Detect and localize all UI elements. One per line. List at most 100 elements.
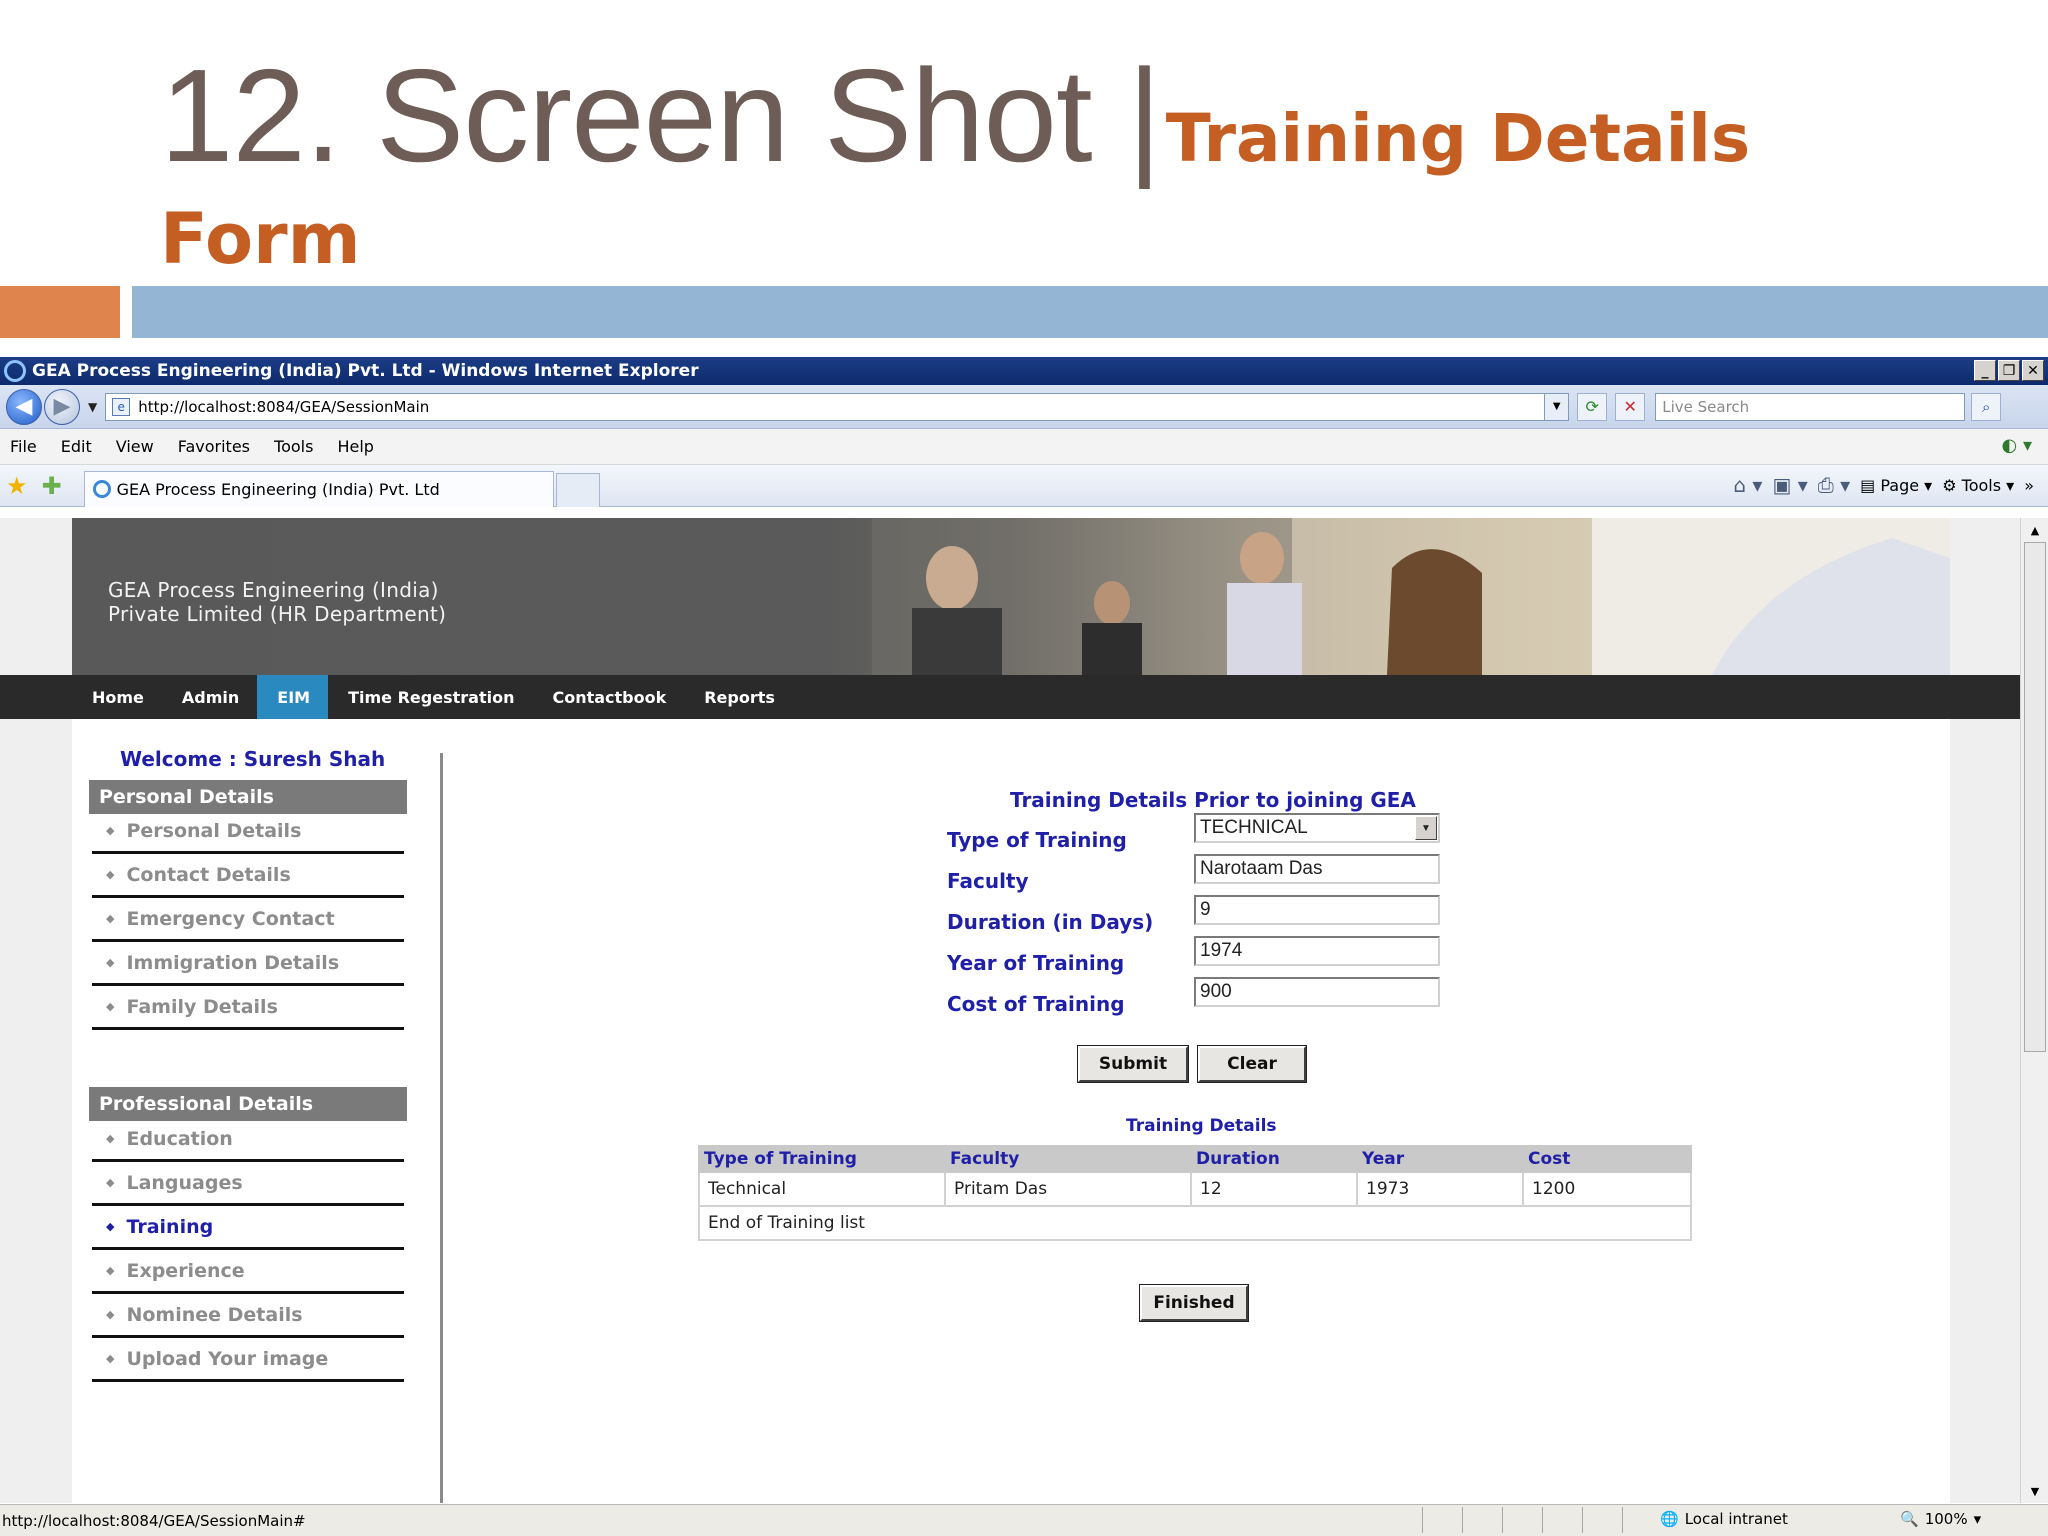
banner-photo xyxy=(872,518,1950,675)
sidebar-item-education[interactable]: ◆ Education xyxy=(92,1118,404,1162)
feeds-icon[interactable]: ▣ ▾ xyxy=(1772,473,1807,497)
sidebar-item-immigration-details[interactable]: ◆ Immigration Details xyxy=(92,942,404,986)
sidebar-item-training[interactable]: ◆ Training xyxy=(92,1206,404,1250)
search-icon[interactable]: ⌕ xyxy=(1971,392,2002,421)
slide-accent-bar xyxy=(0,286,120,338)
page-icon: e xyxy=(112,397,131,416)
bullet-icon: ◆ xyxy=(106,1132,115,1145)
page-menu[interactable]: ▤ Page ▾ xyxy=(1860,476,1932,495)
cell-faculty: Pritam Das xyxy=(944,1171,1192,1207)
slide-title-sub: Training Details xyxy=(1165,100,1751,177)
chevron-down-icon: ▾ xyxy=(1973,1510,1982,1528)
favorites-bar: ★ ✚ GEA Process Engineering (India) Pvt.… xyxy=(0,465,2048,507)
bullet-icon: ◆ xyxy=(106,824,115,837)
favorites-star-icon[interactable]: ★ xyxy=(6,472,28,500)
browser-tab[interactable]: GEA Process Engineering (India) Pvt. Ltd xyxy=(83,470,554,507)
type-of-training-select[interactable]: TECHNICAL ▼ xyxy=(1194,813,1440,843)
sidebar-item-contact-details[interactable]: ◆ Contact Details xyxy=(92,854,404,898)
print-icon[interactable]: ⎙ ▾ xyxy=(1818,473,1850,497)
nav-reports[interactable]: Reports xyxy=(684,675,793,719)
home-icon[interactable]: ⌂ ▾ xyxy=(1733,473,1762,497)
menu-view[interactable]: View xyxy=(116,437,154,456)
nav-eim[interactable]: EIM xyxy=(257,675,329,719)
bullet-icon: ◆ xyxy=(106,956,115,969)
window-title: GEA Process Engineering (India) Pvt. Ltd… xyxy=(32,361,699,381)
page-viewport: GEA Process Engineering (India) Private … xyxy=(0,518,2020,1503)
close-icon[interactable]: ✕ xyxy=(2022,360,2044,381)
sidebar-item-family-details[interactable]: ◆ Family Details xyxy=(92,986,404,1030)
status-url: http://localhost:8084/GEA/SessionMain# xyxy=(2,1511,306,1530)
company-line1: GEA Process Engineering (India) xyxy=(108,578,439,602)
year-of-training-input[interactable]: 1974 xyxy=(1194,936,1440,966)
col-type: Type of Training xyxy=(698,1145,946,1173)
sidebar-item-label: Emergency Contact xyxy=(126,907,335,930)
finished-button[interactable]: Finished xyxy=(1139,1284,1249,1322)
window-titlebar: GEA Process Engineering (India) Pvt. Ltd… xyxy=(0,357,2048,385)
refresh-button[interactable]: ⟳ xyxy=(1577,392,1608,421)
sidebar-item-languages[interactable]: ◆ Languages xyxy=(92,1162,404,1206)
duration-input[interactable]: 9 xyxy=(1194,895,1440,925)
bullet-icon: ◆ xyxy=(106,1000,115,1013)
stop-button[interactable]: ✕ xyxy=(1615,392,1646,421)
menu-edit[interactable]: Edit xyxy=(61,437,92,456)
windows-live-icon[interactable]: ◐ ▾ xyxy=(2002,435,2032,456)
cost-of-training-label: Cost of Training xyxy=(947,992,1125,1016)
new-tab-button[interactable] xyxy=(555,472,600,507)
tools-menu[interactable]: ⚙ Tools ▾ xyxy=(1942,476,2014,495)
sidebar-item-emergency-contact[interactable]: ◆ Emergency Contact xyxy=(92,898,404,942)
cost-of-training-input[interactable]: 900 xyxy=(1194,977,1440,1007)
bullet-icon: ◆ xyxy=(106,1264,115,1277)
add-favorite-icon[interactable]: ✚ xyxy=(42,472,62,500)
menu-tools[interactable]: Tools xyxy=(274,437,313,456)
nav-time-registration[interactable]: Time Regestration xyxy=(328,675,532,719)
scroll-down-icon[interactable]: ▼ xyxy=(2025,1481,2045,1501)
menu-favorites[interactable]: Favorites xyxy=(178,437,250,456)
sidebar-item-upload-image[interactable]: ◆ Upload Your image xyxy=(92,1338,404,1382)
duration-label: Duration (in Days) xyxy=(947,910,1154,934)
nav-home[interactable]: Home xyxy=(72,675,162,719)
slide-title-line2: Form xyxy=(160,198,361,280)
slide-title: 12. Screen Shot | Training Details Form xyxy=(160,50,2020,280)
url-field[interactable]: e http://localhost:8084/GEA/SessionMain xyxy=(105,392,1546,421)
table-row: End of Training list xyxy=(698,1205,1692,1241)
security-zone[interactable]: 🌐 Local intranet xyxy=(1660,1510,1788,1528)
faculty-label: Faculty xyxy=(947,869,1029,893)
status-pane xyxy=(1622,1507,1662,1533)
status-bar: http://localhost:8084/GEA/SessionMain# 🌐… xyxy=(0,1504,2048,1536)
menu-bar: File Edit View Favorites Tools Help ◐ ▾ xyxy=(0,429,2048,465)
nav-contactbook[interactable]: Contactbook xyxy=(532,675,684,719)
menu-file[interactable]: File xyxy=(10,437,37,456)
sidebar-item-label: Languages xyxy=(126,1171,243,1194)
back-button[interactable]: ◀ xyxy=(6,388,42,425)
vertical-scrollbar[interactable]: ▲ ▼ xyxy=(2020,518,2048,1503)
sidebar-item-nominee-details[interactable]: ◆ Nominee Details xyxy=(92,1294,404,1338)
chevron-right-icon[interactable]: » xyxy=(2024,476,2034,495)
restore-icon[interactable]: ❐ xyxy=(1998,360,2020,381)
search-input[interactable]: Live Search xyxy=(1655,392,1966,421)
submit-button[interactable]: Submit xyxy=(1077,1045,1189,1083)
security-zone-label: Local intranet xyxy=(1684,1510,1788,1528)
command-bar: ⌂ ▾ ▣ ▾ ⎙ ▾ ▤ Page ▾ ⚙ Tools ▾ » xyxy=(1733,473,2034,497)
chevron-down-icon[interactable]: ▼ xyxy=(1415,816,1437,840)
minimize-icon[interactable]: _ xyxy=(1974,360,1996,381)
menu-help[interactable]: Help xyxy=(337,437,373,456)
professional-details-heading: Professional Details xyxy=(89,1087,407,1121)
forward-button[interactable]: ▶ xyxy=(44,388,80,425)
status-pane xyxy=(1422,1507,1462,1533)
zoom-control[interactable]: 🔍 100% ▾ xyxy=(1900,1510,1981,1528)
scrollbar-thumb[interactable] xyxy=(2024,542,2046,1052)
history-dropdown-icon[interactable]: ▼ xyxy=(88,400,97,414)
url-dropdown-button[interactable]: ▼ xyxy=(1545,392,1570,421)
welcome-text: Welcome : Suresh Shah xyxy=(120,747,386,771)
faculty-input[interactable]: Narotaam Das xyxy=(1194,854,1440,884)
page-menu-label: Page xyxy=(1880,475,1920,495)
sidebar-item-experience[interactable]: ◆ Experience xyxy=(92,1250,404,1294)
col-duration: Duration xyxy=(1190,1145,1358,1173)
sidebar-item-label: Personal Details xyxy=(126,819,302,842)
clear-button[interactable]: Clear xyxy=(1197,1045,1307,1083)
scroll-up-icon[interactable]: ▲ xyxy=(2025,520,2045,540)
end-of-list: End of Training list xyxy=(698,1205,1692,1241)
nav-admin[interactable]: Admin xyxy=(162,675,257,719)
slide-divider-bar xyxy=(132,286,2048,338)
sidebar-item-personal-details[interactable]: ◆ Personal Details xyxy=(92,810,404,854)
